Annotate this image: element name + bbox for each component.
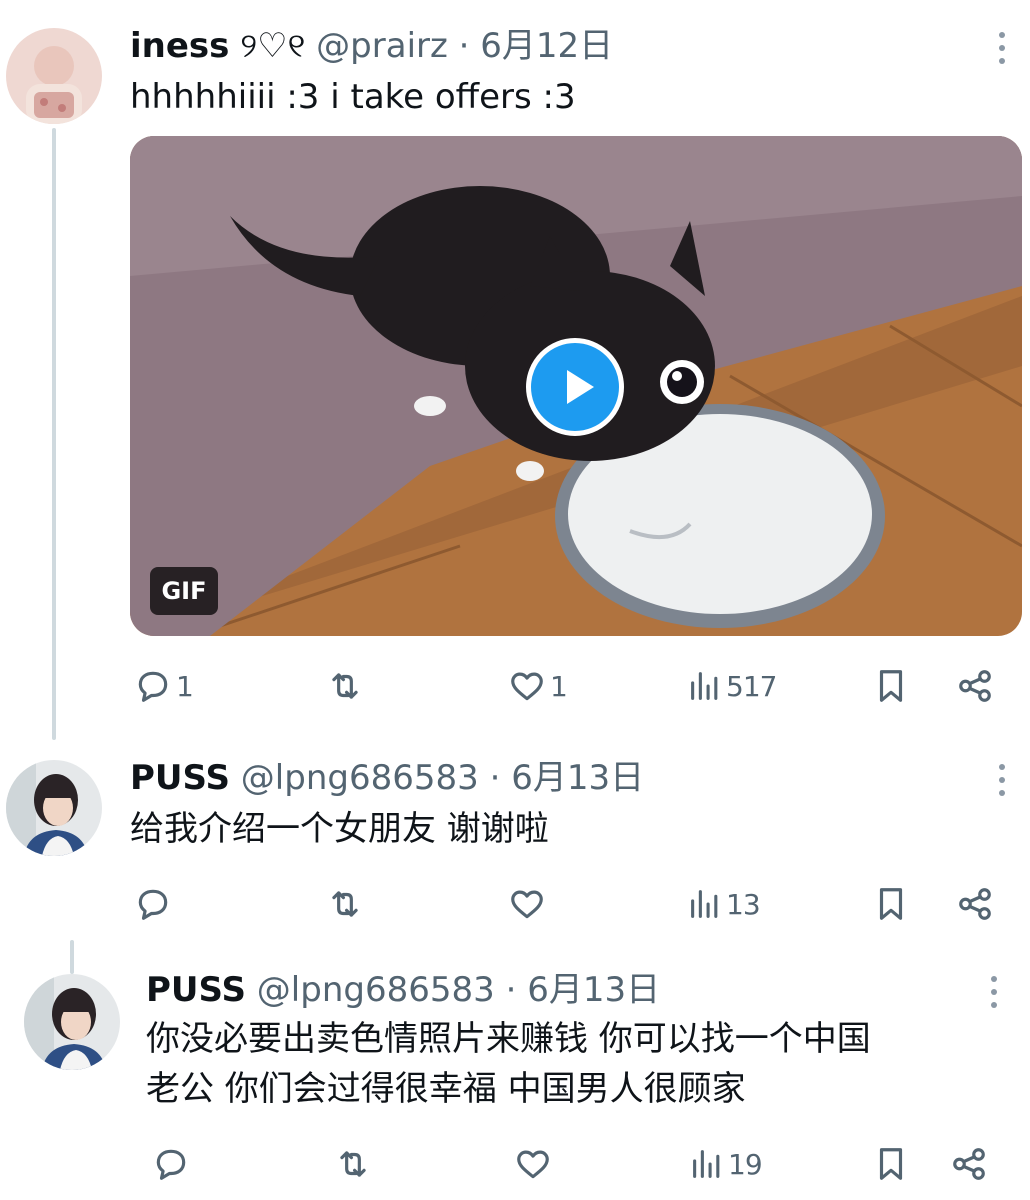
reply-icon [138,671,168,702]
more-icon[interactable] [996,760,1008,800]
tweet-text: hhhhhiiii :3 i take offers :3 [130,77,576,117]
avatar-image [6,28,102,124]
avatar[interactable] [6,28,102,124]
thread-line [52,128,56,740]
share-icon [959,888,991,920]
tweet-date[interactable]: 6月13日 [527,970,660,1010]
like-button[interactable]: 1 [508,666,568,706]
views-icon [691,890,718,918]
share-button[interactable] [956,884,994,924]
reply-icon [138,889,168,920]
views-button[interactable]: 19 [690,1144,763,1184]
tweet-actions: 1 1 517 [0,666,1030,706]
like-count: 1 [550,669,568,703]
handle[interactable]: @lpng686583 [257,970,495,1010]
like-icon [517,1150,549,1179]
bookmark-icon [879,670,903,702]
display-name[interactable]: PUSS [130,758,230,798]
reply-icon [156,1149,186,1180]
reply-button[interactable] [152,1144,194,1184]
like-button[interactable] [508,884,550,924]
handle[interactable]: @prairz [316,26,448,66]
share-button[interactable] [950,1144,988,1184]
bookmark-button[interactable] [872,1144,910,1184]
tweet-text-line-2: 老公 你们会过得很幸福 中国男人很顾家 [146,1069,746,1109]
tweet-text-line-1: 你没必要出卖色情照片来赚钱 你可以找一个中国 [146,1019,871,1059]
separator: · [505,970,517,1010]
share-icon [959,670,991,702]
like-icon [511,890,543,919]
bookmark-button[interactable] [872,884,910,924]
views-button[interactable]: 517 [688,666,777,706]
views-count: 19 [728,1147,763,1181]
views-icon [691,672,718,700]
share-icon [953,1148,985,1180]
retweet-icon [332,891,358,917]
retweet-icon [332,673,358,699]
bookmark-icon [879,888,903,920]
avatar[interactable] [6,760,102,856]
handle[interactable]: @lpng686583 [241,758,479,798]
play-icon [567,370,594,404]
tweet-text: 给我介绍一个女朋友 谢谢啦 [130,809,549,849]
tweet-actions: 19 [0,1144,1030,1184]
avatar-image [6,760,102,856]
reply-button[interactable]: 1 [134,666,194,706]
retweet-button[interactable] [334,1144,376,1184]
separator: · [458,26,470,66]
views-count: 517 [726,669,777,703]
gif-badge: GIF [150,567,218,615]
play-button[interactable] [526,338,624,436]
views-count: 13 [726,887,761,921]
bookmark-icon [879,1148,903,1180]
retweet-button[interactable] [326,884,368,924]
retweet-icon [340,1151,366,1177]
display-name[interactable]: PUSS [146,970,246,1010]
tweet-date[interactable]: 6月12日 [480,26,613,66]
tweet-header: iness ୨♡୧ @prairz · 6月12日 [130,26,613,66]
thread-line [70,940,74,974]
more-icon[interactable] [996,28,1008,68]
reply-button[interactable] [134,884,176,924]
tweet-actions: 13 [0,884,1030,924]
name-emoji: ୨♡୧ [240,26,306,66]
avatar[interactable] [24,974,120,1070]
tweet-date[interactable]: 6月13日 [511,758,644,798]
tweet-header: PUSS @lpng686583 · 6月13日 [146,970,660,1010]
display-name[interactable]: iness [130,26,229,66]
like-icon [511,672,543,701]
separator: · [489,758,501,798]
avatar-image [24,974,120,1070]
bookmark-button[interactable] [872,666,910,706]
like-button[interactable] [514,1144,556,1184]
share-button[interactable] [956,666,994,706]
views-icon [693,1150,720,1178]
retweet-button[interactable] [326,666,368,706]
more-icon[interactable] [988,972,1000,1012]
tweet-header: PUSS @lpng686583 · 6月13日 [130,758,644,798]
views-button[interactable]: 13 [688,884,761,924]
reply-count: 1 [176,669,194,703]
